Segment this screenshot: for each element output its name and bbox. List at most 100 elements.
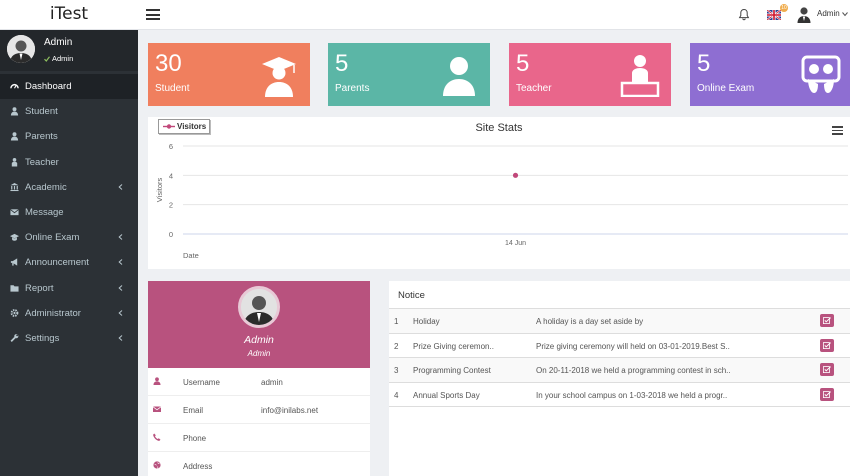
check-square-icon [823,366,831,373]
profile-value: admin [261,378,283,387]
sidebar-item-label: Student [25,106,58,118]
sidebar-item-report[interactable]: Report [0,276,138,301]
profile-role: Admin [247,349,271,358]
graduation-cap-icon [10,233,19,241]
uk-flag-icon[interactable] [767,10,781,20]
sidebar-item-label: Administrator [25,307,81,319]
profile-row-username: Username admin [148,368,370,396]
profile-header: Admin Admin [148,281,370,368]
notice-row: 3 Programming Contest On 20-11-2018 we h… [389,358,850,383]
notice-row: 2 Prize Giving ceremon.. Prize giving ce… [389,334,850,358]
sidebar-item-parents[interactable]: Parents [0,124,138,149]
view-notice-button[interactable] [820,363,834,376]
stat-box-online-exam[interactable]: 5 Online Exam [690,43,850,106]
bell-icon[interactable] [738,8,750,21]
stat-count: 5 [335,50,349,77]
phone-icon [153,433,161,441]
notice-number: 3 [394,366,399,375]
chevron-left-icon [118,259,123,266]
sidebar-user-role: Admin [52,54,74,63]
sidebar-item-label: Dashboard [25,81,72,92]
profile-label: Phone [183,434,207,443]
sidebar-item-online-exam[interactable]: Online Exam [0,225,138,250]
chevron-left-icon [118,335,123,341]
profile-value: info@inilabs.net [261,406,319,415]
sidebar: Admin Admin Dashboard Student Parents Te… [0,30,138,476]
wrench-icon [10,334,19,342]
notice-row: 1 Holiday A holiday is a day set aside b… [389,309,850,334]
slideshare-icon [801,55,841,93]
brand-logo[interactable]: iTest [0,0,138,30]
profile-label: Username [183,378,220,387]
sidebar-item-label: Academic [25,181,67,193]
profile-row-email: Email info@inilabs.net [148,396,370,424]
notification-badge: 10 [780,4,788,12]
chevron-left-icon [118,309,123,316]
notice-row-title: Annual Sports Day [413,390,480,400]
stat-box-teacher[interactable]: 5 Teacher [509,43,671,106]
folder-icon [10,284,19,292]
site-stats-chart: 0 2 4 6 14 Jun Visitors Date [155,142,848,260]
notice-row: 4 Annual Sports Day In your school campu… [389,383,850,407]
sidebar-menu: Dashboard Student Parents Teacher Academ… [0,74,138,351]
bullhorn-icon [10,258,18,266]
notice-number: 1 [394,317,399,326]
stat-label: Teacher [516,83,552,94]
notice-row-text: A holiday is a day set aside by [536,317,644,326]
dashboard-icon [10,83,19,89]
sidebar-user-panel: Admin Admin [0,30,138,71]
envelope-icon [153,406,161,412]
x-axis-label: Date [183,251,199,260]
notice-row-title: Programming Contest [413,366,491,375]
sidebar-item-settings[interactable]: Settings [0,326,138,351]
stat-count: 5 [697,50,711,77]
chart-menu-icon[interactable] [832,126,843,135]
sidebar-item-dashboard[interactable]: Dashboard [0,74,138,100]
notice-panel: Notice 1 Holiday A holiday is a day set … [389,281,850,476]
caret-down-icon[interactable] [842,11,848,17]
sidebar-item-academic[interactable]: Academic [0,175,138,200]
sidebar-item-label: Announcement [25,257,89,269]
top-navbar: iTest 10 Admin [0,0,850,30]
user-avatar-icon[interactable] [797,6,811,23]
profile-label: Address [183,462,213,471]
y-tick-label: 6 [169,142,173,151]
view-notice-button[interactable] [820,338,834,352]
stat-label: Online Exam [697,83,755,94]
profile-label: Email [183,406,204,415]
sidebar-item-administrator[interactable]: Administrator [0,301,138,326]
x-tick-label: 14 Jun [505,240,526,247]
profile-row-phone: Phone [148,424,370,452]
check-square-icon [823,390,831,398]
teacher-desk-icon [620,55,660,97]
user-icon [10,107,19,116]
stat-box-student[interactable]: 30 Student [148,43,310,106]
sidebar-item-teacher[interactable]: Teacher [0,150,138,175]
sidebar-item-label: Teacher [25,156,59,168]
sidebar-item-label: Report [25,282,54,294]
sidebar-item-announcement[interactable]: Announcement [0,250,138,275]
gears-icon [10,308,19,317]
view-notice-button[interactable] [820,314,834,327]
check-square-icon [823,317,831,324]
profile-row-address: Address [148,452,370,476]
sidebar-item-label: Settings [25,332,60,344]
user-icon [10,132,19,141]
stat-box-parents[interactable]: 5 Parents [328,43,490,106]
notice-number: 4 [394,390,399,400]
sidebar-item-label: Message [25,206,64,218]
profile-name: Admin [244,334,274,346]
notice-row-title: Prize Giving ceremon.. [413,341,494,351]
stat-label: Parents [335,83,370,94]
globe-icon [153,461,161,469]
menu-icon[interactable] [146,9,160,20]
notice-row-title: Holiday [413,317,440,326]
profile-card: Admin Admin Username admin Email info@in… [148,281,370,476]
sidebar-item-student[interactable]: Student [0,99,138,124]
bank-icon [10,182,19,191]
sidebar-item-message[interactable]: Message [0,200,138,225]
view-notice-button[interactable] [820,387,834,401]
top-user-name[interactable]: Admin [817,9,840,18]
notice-title: Notice [398,290,425,301]
data-point [512,172,519,178]
